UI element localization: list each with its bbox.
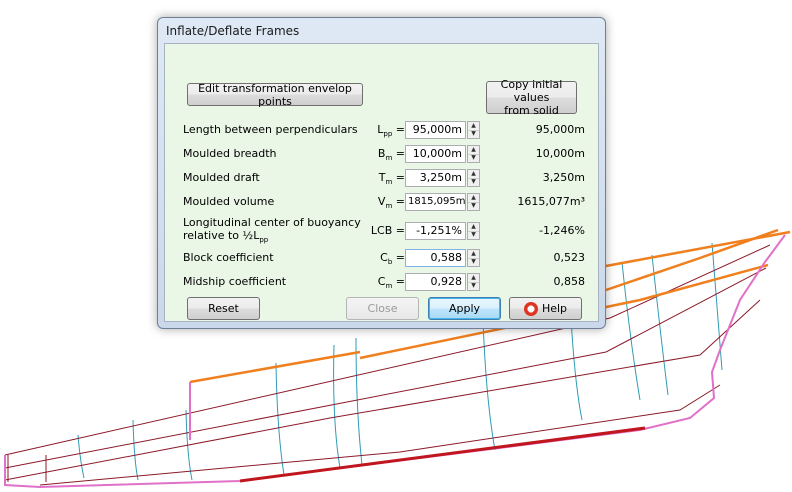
hull-keel: [239, 426, 646, 483]
draft-initial-value: 3,250m: [542, 171, 585, 184]
breadth-symbol: Bm =: [377, 147, 405, 163]
volume-label: Moulded volume: [183, 195, 275, 208]
lcb-initial-value: -1,246%: [539, 224, 585, 237]
draft-input[interactable]: 3,250m: [405, 169, 466, 187]
draft-spinner[interactable]: ▲ ▼: [467, 169, 480, 187]
dialog-title: Inflate/Deflate Frames: [166, 24, 300, 38]
block-coefficient-initial-value: 0,523: [553, 251, 586, 264]
edit-envelope-points-button[interactable]: Edit transformation envelop points: [187, 81, 363, 108]
dialog-client-area: Edit transformation envelop points Copy …: [164, 43, 599, 322]
apply-label: Apply: [448, 302, 481, 315]
volume-spinner[interactable]: ▲ ▼: [467, 193, 480, 211]
spin-down-icon[interactable]: ▼: [468, 178, 479, 186]
spin-down-icon[interactable]: ▼: [468, 282, 479, 290]
help-label: Help: [541, 302, 568, 315]
draft-label: Moulded draft: [183, 171, 260, 184]
block-coefficient-label: Block coefficient: [183, 251, 274, 264]
draft-symbol: Tm =: [378, 171, 405, 187]
breadth-initial-value: 10,000m: [535, 147, 585, 160]
length-input[interactable]: 95,000m: [405, 121, 466, 139]
breadth-input[interactable]: 10,000m: [405, 145, 466, 163]
block-coefficient-input[interactable]: 0,588: [405, 249, 466, 267]
volume-symbol: Vm =: [377, 195, 405, 211]
spin-down-icon[interactable]: ▼: [468, 130, 479, 138]
reset-label: Reset: [208, 302, 239, 315]
close-button[interactable]: Close: [346, 297, 419, 320]
lcb-input[interactable]: -1,251%: [405, 222, 466, 240]
edit-envelope-points-label: Edit transformation envelop points: [198, 81, 352, 108]
help-button[interactable]: Help: [509, 297, 582, 320]
midship-coefficient-symbol: Cm =: [377, 275, 405, 291]
length-label: Length between perpendiculars: [183, 123, 358, 136]
block-coefficient-spinner[interactable]: ▲ ▼: [467, 249, 480, 267]
volume-input[interactable]: 1815,095m³: [405, 193, 466, 211]
apply-button[interactable]: Apply: [428, 297, 501, 320]
breadth-spinner[interactable]: ▲ ▼: [467, 145, 480, 163]
reset-button[interactable]: Reset: [187, 297, 260, 320]
copy-initial-values-label-2: from solid: [504, 104, 559, 117]
midship-coefficient-initial-value: 0,858: [553, 275, 586, 288]
midship-coefficient-spinner[interactable]: ▲ ▼: [467, 273, 480, 291]
length-symbol: Lpp =: [377, 123, 405, 139]
lifebuoy-icon: [523, 301, 538, 316]
inflate-deflate-dialog: Inflate/Deflate Frames Edit transformati…: [157, 17, 606, 329]
copy-initial-values-label-1: Copy initial values: [500, 78, 563, 104]
lcb-label-line2: relative to ½Lpp: [183, 229, 269, 245]
spin-down-icon[interactable]: ▼: [468, 258, 479, 266]
volume-initial-value: 1615,077m³: [517, 195, 585, 208]
copy-initial-values-button[interactable]: Copy initial values from solid: [486, 78, 577, 117]
length-spinner[interactable]: ▲ ▼: [467, 121, 480, 139]
close-label: Close: [367, 302, 398, 315]
midship-coefficient-label: Midship coefficient: [183, 275, 287, 288]
spin-down-icon[interactable]: ▼: [468, 202, 479, 210]
length-initial-value: 95,000m: [535, 123, 585, 136]
lcb-spinner[interactable]: ▲ ▼: [467, 222, 480, 240]
midship-coefficient-input[interactable]: 0,928: [405, 273, 466, 291]
spin-down-icon[interactable]: ▼: [468, 231, 479, 239]
block-coefficient-symbol: Cb =: [380, 251, 405, 267]
spin-down-icon[interactable]: ▼: [468, 154, 479, 162]
lcb-symbol: LCB =: [370, 224, 405, 237]
breadth-label: Moulded breadth: [183, 147, 277, 160]
